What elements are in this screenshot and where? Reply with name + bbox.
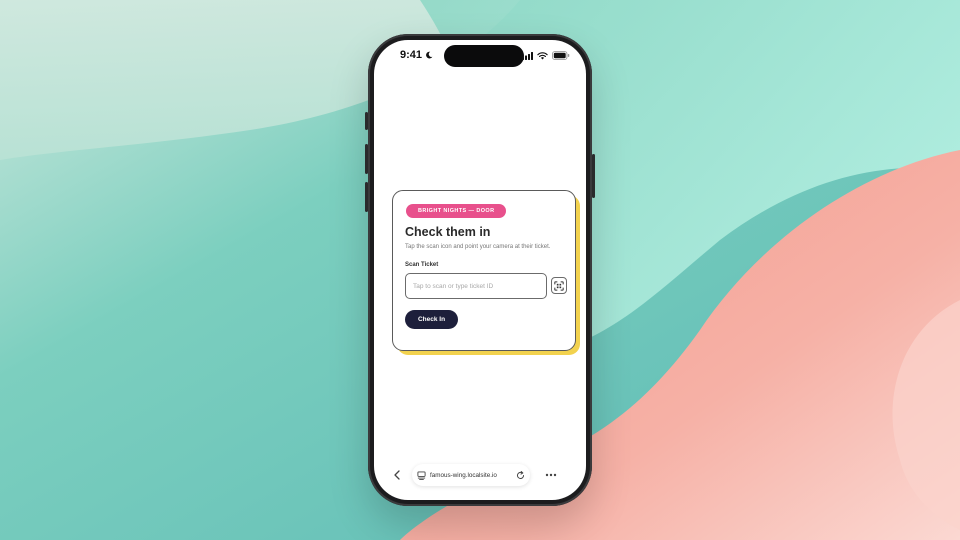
scan-ticket-label: Scan Ticket [405, 262, 439, 268]
scan-button[interactable] [551, 277, 567, 294]
desktop-background: 9:41 BRIGHT NIGHTS — DOOR Check them in … [0, 0, 960, 540]
more-icon [545, 473, 557, 477]
more-button[interactable] [540, 466, 562, 484]
back-button[interactable] [388, 466, 406, 484]
check-in-button[interactable]: Check In [405, 310, 458, 329]
dynamic-island [444, 45, 524, 67]
card-subtitle: Tap the scan icon and point your camera … [405, 244, 551, 250]
event-badge: BRIGHT NIGHTS — DOOR [406, 204, 507, 218]
phone-screen: 9:41 BRIGHT NIGHTS — DOOR Check them in … [374, 40, 586, 500]
signal-icon [522, 51, 533, 60]
status-time: 9:41 [400, 49, 433, 61]
qr-scan-icon [554, 280, 564, 291]
phone-frame: 9:41 BRIGHT NIGHTS — DOOR Check them in … [365, 34, 595, 506]
status-icons [522, 51, 570, 60]
checkin-card: BRIGHT NIGHTS — DOOR Check them in Tap t… [392, 190, 576, 351]
browser-toolbar: famous-wing.localsite.io [388, 463, 572, 487]
wifi-icon [537, 51, 548, 60]
tabs-icon[interactable] [417, 470, 426, 480]
power-button [592, 154, 595, 198]
volume-down-button [365, 182, 368, 212]
ticket-input[interactable] [405, 273, 547, 299]
battery-icon [552, 51, 570, 60]
volume-up-button [365, 144, 368, 174]
chevron-left-icon [394, 470, 400, 480]
status-time-text: 9:41 [400, 49, 423, 61]
reload-icon[interactable] [516, 470, 525, 480]
address-bar[interactable]: famous-wing.localsite.io [412, 464, 530, 486]
mute-switch [365, 112, 368, 130]
url-text: famous-wing.localsite.io [430, 471, 497, 479]
moon-icon [426, 51, 433, 59]
card-title: Check them in [405, 225, 491, 239]
